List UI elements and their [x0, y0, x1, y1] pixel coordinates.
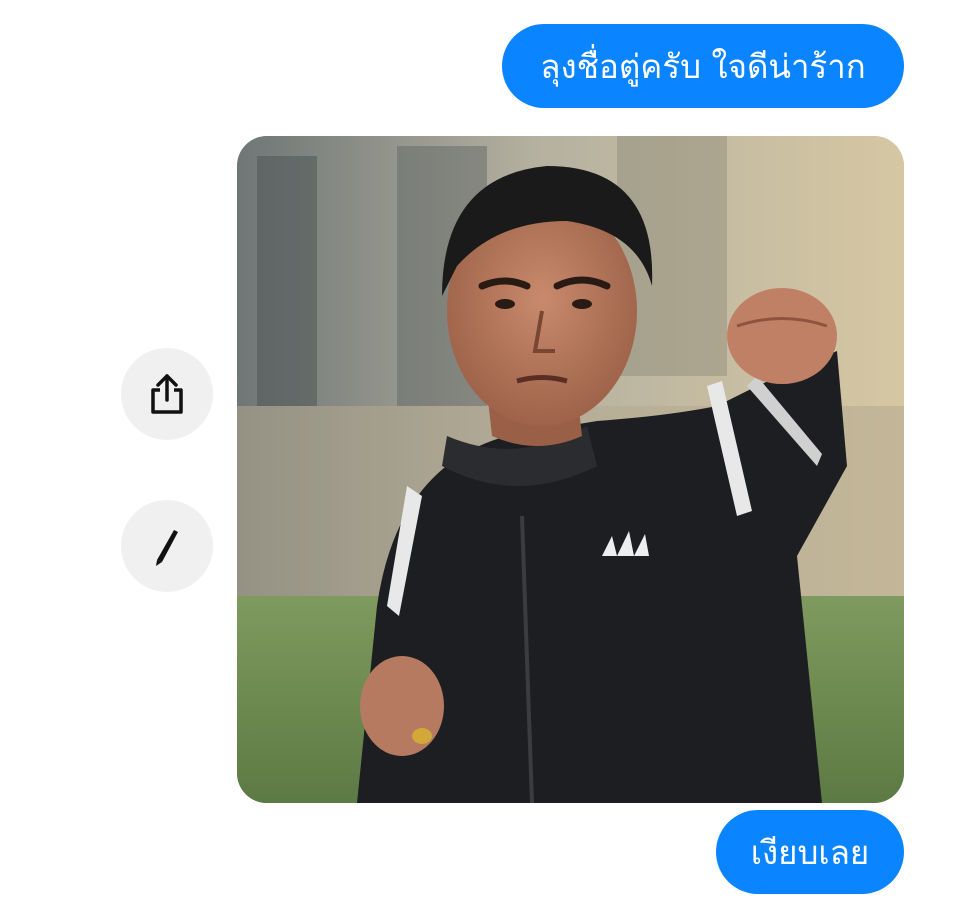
- share-icon: [151, 374, 183, 414]
- photo-man-punching: [237, 136, 904, 803]
- message-bubble-outgoing[interactable]: ลุงชื่อตู่ครับ ใจดีน่าร้าก: [502, 24, 904, 108]
- share-button[interactable]: [121, 348, 213, 440]
- message-image[interactable]: [237, 136, 904, 803]
- edit-button[interactable]: [121, 500, 213, 592]
- pencil-icon: [156, 530, 178, 566]
- message-bubble-outgoing[interactable]: เงียบเลย: [716, 810, 904, 894]
